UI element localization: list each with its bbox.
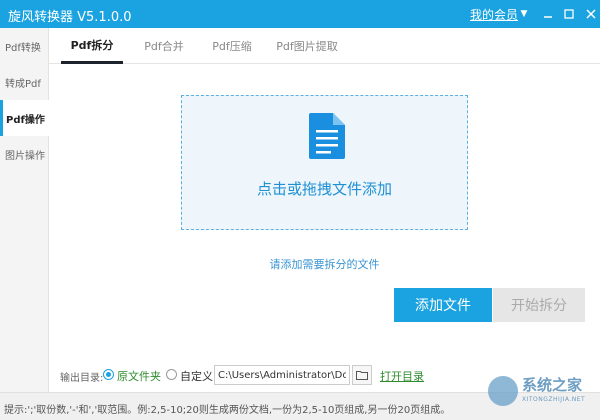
custom-folder-label: 自定义 [180, 370, 213, 383]
original-folder-radio[interactable] [103, 369, 114, 380]
start-split-button[interactable]: 开始拆分 [493, 288, 585, 322]
tip-text: 提示:';'取份数,'-'和','取范围。例:2,5-10;20则生成两份文档,… [4, 405, 451, 416]
tab-pdf-split[interactable]: Pdf拆分 [61, 28, 123, 64]
custom-folder-radio[interactable] [166, 369, 177, 380]
chevron-down-icon[interactable]: ▼ [515, 5, 533, 23]
minimize-icon[interactable] [539, 5, 557, 23]
sidebar-item-pdf-convert[interactable]: Pdf转换 [0, 28, 49, 64]
close-icon[interactable] [582, 5, 600, 23]
watermark-title: 系统之家 [522, 376, 583, 394]
sidebar-item-to-pdf[interactable]: 转成Pdf [0, 64, 49, 100]
maximize-icon[interactable] [560, 5, 578, 23]
watermark: 系统之家 XITONGZHIJIA.NET [488, 372, 596, 416]
sidebar-item-pdf-operations[interactable]: Pdf操作 [0, 100, 50, 136]
watermark-logo-icon [488, 376, 518, 406]
sidebar-item-label: 图片操作 [5, 150, 45, 162]
tab-pdf-image-extract[interactable]: Pdf图片提取 [265, 28, 349, 64]
add-file-hint: 请添加需要拆分的文件 [269, 258, 380, 271]
sidebar-item-label: Pdf操作 [6, 114, 45, 126]
original-folder-label: 原文件夹 [117, 370, 161, 383]
sidebar-item-label: 转成Pdf [5, 78, 41, 90]
tab-label: Pdf压缩 [212, 40, 252, 53]
file-drop-zone[interactable]: 点击或拖拽文件添加 [181, 95, 468, 230]
tab-bar: Pdf拆分 Pdf合并 Pdf压缩 Pdf图片提取 [49, 28, 600, 64]
tab-pdf-merge[interactable]: Pdf合并 [133, 28, 195, 64]
folder-browse-icon[interactable] [352, 365, 372, 385]
tab-label: Pdf拆分 [70, 38, 114, 52]
sidebar-item-label: Pdf转换 [5, 42, 41, 54]
output-path-input[interactable] [214, 365, 350, 385]
tab-pdf-compress[interactable]: Pdf压缩 [201, 28, 263, 64]
drop-zone-text: 点击或拖拽文件添加 [256, 180, 392, 198]
tab-label: Pdf合并 [144, 40, 184, 53]
title-bar: 旋风转换器 V5.1.0.0 我的会员 ▼ [0, 0, 600, 28]
add-file-button[interactable]: 添加文件 [394, 288, 492, 322]
tab-label: Pdf图片提取 [276, 40, 338, 53]
sidebar: Pdf转换 转成Pdf Pdf操作 图片操作 [0, 28, 50, 392]
open-directory-link[interactable]: 打开目录 [380, 368, 424, 384]
output-directory-label: 输出目录: [60, 373, 104, 384]
watermark-subtitle: XITONGZHIJIA.NET [522, 396, 586, 403]
my-membership-link[interactable]: 我的会员 [470, 6, 518, 23]
sidebar-item-image-operations[interactable]: 图片操作 [0, 136, 49, 172]
document-icon [309, 113, 345, 159]
app-title: 旋风转换器 V5.1.0.0 [8, 10, 132, 25]
